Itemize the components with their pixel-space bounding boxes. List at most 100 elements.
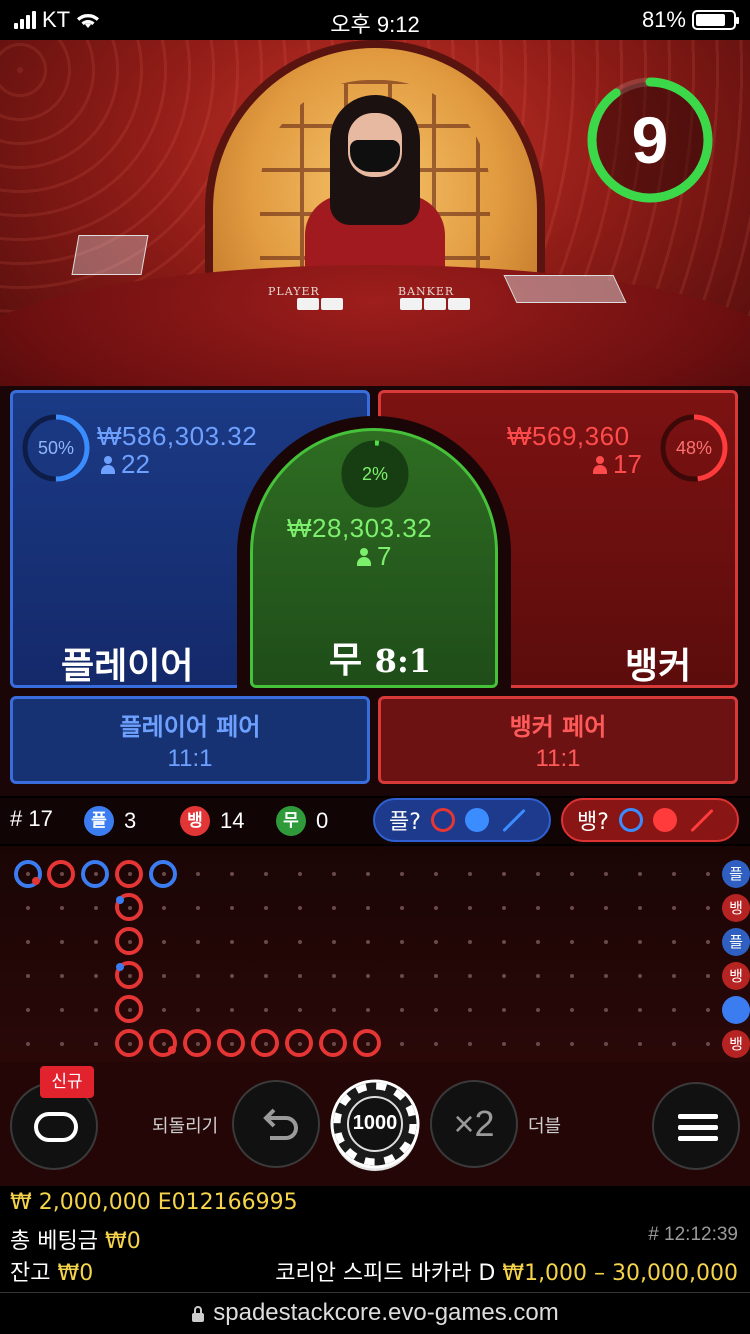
road-side-badge: 플 [722,928,750,956]
player-percent: 50% [37,438,75,458]
predict-player-button[interactable]: 플? [373,798,551,842]
grid-dot [706,906,710,910]
grid-dot [332,940,336,944]
tie-bet-spot[interactable]: 2% ₩28,303.32 7 무 8:1 [250,428,498,688]
grid-dot [196,872,200,876]
tie-label: 무 8:1 [329,640,432,681]
big-eye-icon [618,808,643,832]
player-bettor-count: 22 [101,449,150,480]
road-side-badge: 뱅 [722,1030,750,1058]
lock-icon [191,1295,205,1322]
banker-label: 뱅커 [625,646,692,687]
table-label-banker: BANKER [398,285,455,298]
grid-dot [332,872,336,876]
grid-dot [502,1042,506,1046]
grid-dot [638,974,642,978]
person-icon [357,547,371,566]
grid-dot [230,974,234,978]
grid-dot [128,906,132,910]
grid-dot [434,872,438,876]
person-icon [101,455,115,474]
countdown-timer: 9 [582,72,718,208]
banker-percent: 48% [675,438,713,458]
grid-dot [162,1042,166,1046]
chip-selector[interactable]: 1000 [330,1078,420,1174]
grid-dot [570,940,574,944]
grid-dot [434,1042,438,1046]
grid-dot [638,906,642,910]
grid-dot [706,974,710,978]
banker-pair-bet-spot[interactable]: 뱅커 페어 11:1 [378,696,738,784]
grid-dot [672,1042,676,1046]
banker-total-amount: ₩569,360 [507,421,630,451]
hamburger-icon [678,1114,718,1141]
grid-dot [706,1008,710,1012]
grid-dot [502,872,506,876]
grid-dot [60,872,64,876]
grid-dot [264,906,268,910]
undo-button[interactable] [232,1080,320,1168]
road-side-badge: 뱅 [722,962,750,990]
grid-dot [706,872,710,876]
new-badge: 신규 [40,1066,94,1098]
grid-dot [468,1042,472,1046]
bet-controls: 신규 되돌리기 1000 ×2 더블 [0,1062,750,1186]
grid-dot [230,906,234,910]
stats-row: # 17 플3 뱅 14 무0 플? 뱅? [0,798,750,844]
grid-dot [400,940,404,944]
grid-dot [468,906,472,910]
grid-dot [366,974,370,978]
grid-dot [604,872,608,876]
grid-dot [26,1008,30,1012]
betting-area: 50% ₩586,303.32 22 플레이어 48% ₩569,360 17 … [0,386,750,796]
grid-dot [400,1042,404,1046]
grid-dot [366,1008,370,1012]
round-id: # 12:12:39 [648,1224,738,1245]
small-road-icon [464,808,489,832]
chip-value: 1000 [352,1112,398,1134]
scoreboard-road[interactable]: 플뱅플뱅뱅 [0,846,750,1062]
player-pair-odds: 11:1 [167,745,213,772]
grid-dot [264,1042,268,1046]
predict-banker-button[interactable]: 뱅? [561,798,739,842]
grid-dot [400,872,404,876]
undo-label: 되돌리기 [152,1116,219,1137]
url-text: spadestackcore.evo-games.com [213,1299,559,1326]
player-cards [297,298,343,310]
tie-total-amount: ₩28,303.32 [287,513,433,543]
grid-dot [94,1008,98,1012]
grid-dot [672,906,676,910]
grid-dot [230,940,234,944]
grid-dot [400,1008,404,1012]
grid-dot [26,906,30,910]
grid-dot [128,1008,132,1012]
double-button[interactable]: ×2 [430,1080,518,1168]
grid-dot [26,974,30,978]
baccarat-table [0,265,750,400]
grid-dot [298,940,302,944]
grid-dot [162,974,166,978]
grid-dot [196,906,200,910]
menu-button[interactable] [652,1082,740,1170]
grid-dot [604,974,608,978]
status-bar: KT 오후 9:12 81% [0,0,750,40]
tie-bettor-count: 7 [357,541,391,572]
grid-dot [60,940,64,944]
url-bar[interactable]: spadestackcore.evo-games.com [0,1292,750,1334]
banker-pair-label: 뱅커 페어 [509,713,607,741]
grid-dot [604,1042,608,1046]
grid-dot [162,872,166,876]
discard-tray [71,235,149,275]
big-eye-icon [430,808,455,832]
grid-dot [468,974,472,978]
grid-dot [434,940,438,944]
grid-dot [230,1042,234,1046]
grid-dot [400,974,404,978]
grid-dot [502,906,506,910]
grid-dot [366,1042,370,1046]
grid-dot [60,1008,64,1012]
grid-dot [332,1042,336,1046]
small-road-icon [652,808,677,832]
player-pair-bet-spot[interactable]: 플레이어 페어 11:1 [10,696,370,784]
grid-dot [536,906,540,910]
